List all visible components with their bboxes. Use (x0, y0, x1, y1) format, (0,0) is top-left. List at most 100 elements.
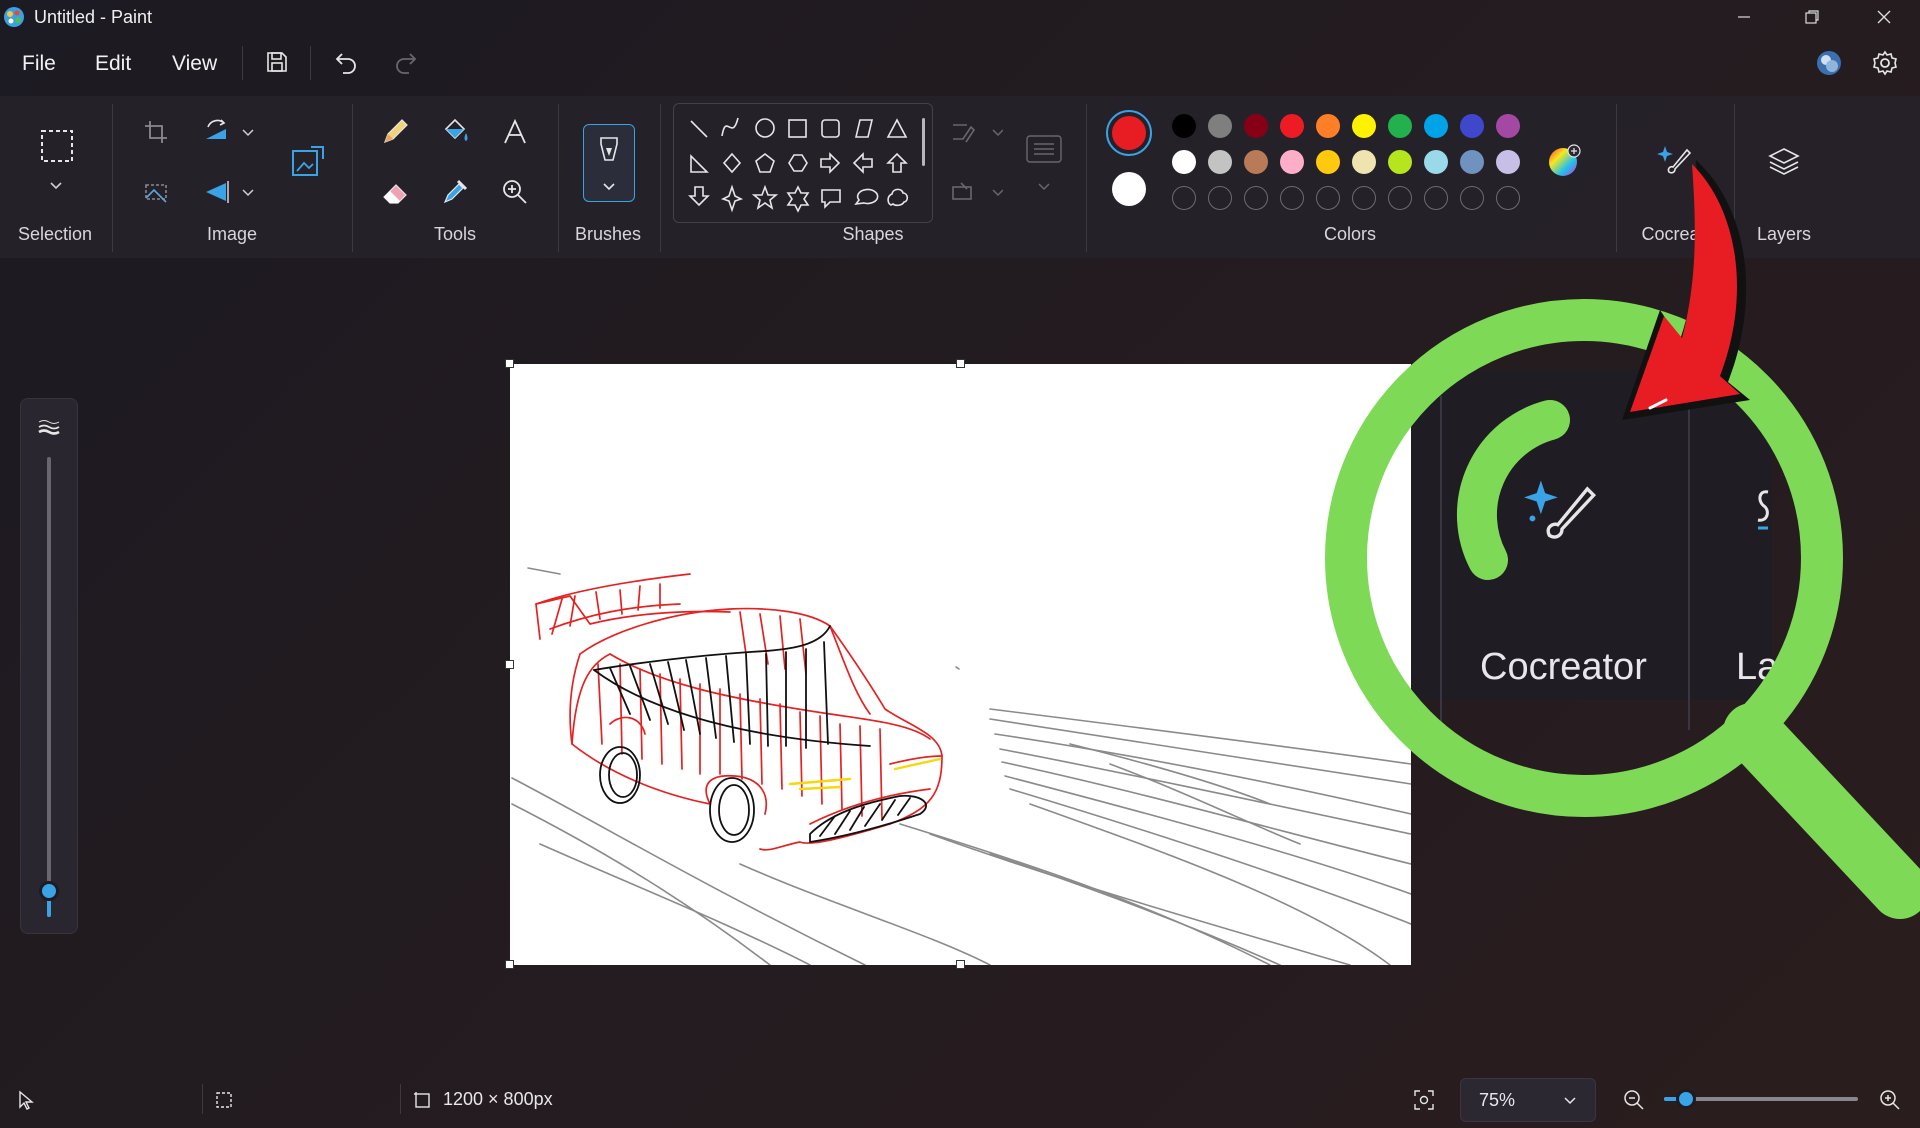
zoom-out-icon[interactable] (1620, 1086, 1648, 1114)
restore-button[interactable] (1783, 0, 1841, 34)
rotate-icon[interactable] (200, 116, 256, 148)
brush-size-panel (20, 398, 78, 934)
color-swatch[interactable] (1424, 114, 1448, 138)
custom-color-slot[interactable] (1388, 186, 1412, 210)
rect-callout-shape-icon (821, 189, 841, 209)
line-shape-icon (690, 120, 708, 138)
custom-color-slot[interactable] (1208, 186, 1232, 210)
color-swatch[interactable] (1496, 150, 1520, 174)
settings-gear-icon[interactable] (1870, 48, 1900, 78)
flip-icon[interactable] (200, 176, 256, 208)
primary-color-selector[interactable] (1106, 110, 1152, 156)
color-swatch[interactable] (1208, 150, 1232, 174)
color-swatch[interactable] (1172, 114, 1196, 138)
redo-icon[interactable] (392, 48, 420, 76)
color-swatch[interactable] (1172, 150, 1196, 174)
selection-tool-button[interactable] (30, 125, 82, 197)
color-swatch[interactable] (1424, 150, 1448, 174)
menu-divider (310, 46, 311, 80)
fill-bucket-icon[interactable] (438, 115, 472, 149)
custom-color-slot[interactable] (1496, 186, 1520, 210)
shapes-gallery[interactable] (673, 103, 933, 223)
fit-to-window-icon[interactable] (1410, 1086, 1438, 1114)
red-arrow-icon (1622, 160, 1750, 420)
color-swatch[interactable] (1460, 114, 1484, 138)
menu-edit[interactable]: Edit (95, 52, 131, 76)
custom-color-slot[interactable] (1280, 186, 1304, 210)
pentagon-shape-icon (755, 152, 775, 173)
ribbon-separator (660, 104, 661, 252)
oval-callout-shape-icon (854, 188, 879, 206)
eraser-icon[interactable] (378, 175, 412, 209)
color-swatch[interactable] (1280, 150, 1304, 174)
rounded-rectangle-shape-icon (821, 119, 840, 138)
resize-handle-top-left[interactable] (505, 359, 514, 368)
custom-color-slot[interactable] (1460, 186, 1484, 210)
resize-handle-bottom[interactable] (956, 960, 965, 969)
custom-color-slot[interactable] (1424, 186, 1448, 210)
brush-size-thumb[interactable] (39, 881, 59, 901)
drawing-canvas[interactable] (505, 359, 1411, 969)
resize-handle-left[interactable] (505, 660, 514, 669)
chevron-down-icon (1561, 1091, 1579, 1109)
magnifier-glint (1456, 400, 1570, 580)
zoom-level-value: 75% (1479, 1090, 1516, 1110)
color-picker-icon[interactable] (438, 175, 472, 209)
layers-icon[interactable] (1764, 142, 1804, 182)
color-swatch[interactable] (1244, 150, 1268, 174)
four-point-star-shape-icon (720, 184, 744, 213)
color-swatch[interactable] (1388, 114, 1412, 138)
shape-size-icon[interactable] (1024, 132, 1064, 192)
color-swatch[interactable] (1280, 114, 1304, 138)
zoom-in-icon[interactable] (1876, 1086, 1904, 1114)
custom-color-slot[interactable] (1316, 186, 1340, 210)
account-avatar-icon[interactable] (1814, 48, 1844, 78)
color-swatch[interactable] (1496, 114, 1520, 138)
color-swatch[interactable] (1352, 150, 1376, 174)
color-swatch[interactable] (1388, 150, 1412, 174)
custom-color-slot[interactable] (1352, 186, 1376, 210)
resize-handle-bottom-left[interactable] (505, 960, 514, 969)
magnifier-icon[interactable] (498, 175, 532, 209)
pencil-icon[interactable] (378, 115, 412, 149)
color-swatch[interactable] (1460, 150, 1484, 174)
custom-color-slot[interactable] (1172, 186, 1196, 210)
canvas-size-icon (410, 1088, 434, 1112)
color-swatch[interactable] (1316, 114, 1340, 138)
text-tool-icon[interactable] (498, 115, 532, 149)
outline-style-icon[interactable] (946, 116, 1004, 148)
close-button[interactable] (1855, 0, 1913, 34)
six-point-star-shape-icon (786, 185, 810, 213)
zoom-level-dropdown[interactable]: 75% (1460, 1078, 1596, 1122)
fill-style-icon[interactable] (946, 176, 1004, 208)
color-swatch[interactable] (1352, 114, 1376, 138)
primary-color-swatch (1112, 116, 1146, 150)
custom-color-slot[interactable] (1244, 186, 1268, 210)
edit-colors-icon[interactable] (1546, 143, 1582, 179)
polygon-shape-icon (854, 119, 874, 138)
resize-handle-top[interactable] (956, 359, 965, 368)
secondary-color-swatch[interactable] (1112, 172, 1146, 206)
menu-divider (242, 46, 243, 80)
menu-view[interactable]: View (172, 52, 217, 76)
pointer-icon (14, 1088, 38, 1112)
menu-file[interactable]: File (22, 52, 56, 76)
zoom-slider-thumb[interactable] (1676, 1089, 1696, 1109)
crop-icon[interactable] (140, 116, 172, 148)
save-icon[interactable] (264, 48, 290, 76)
minimize-button[interactable] (1715, 0, 1773, 34)
group-label-shapes: Shapes (842, 224, 904, 244)
title-bar: Untitled - Paint (0, 0, 1920, 34)
color-swatch[interactable] (1208, 114, 1232, 138)
group-label-selection: Selection (17, 224, 93, 244)
color-swatch[interactable] (1244, 114, 1268, 138)
color-swatch[interactable] (1316, 150, 1340, 174)
ribbon-separator (112, 104, 113, 252)
brushes-button[interactable] (583, 124, 635, 202)
undo-icon[interactable] (332, 48, 360, 76)
remove-background-icon[interactable] (140, 176, 172, 208)
brush-size-track[interactable] (47, 457, 51, 917)
curve-shape-icon (721, 117, 739, 137)
resize-image-icon[interactable] (288, 142, 328, 182)
group-label-brushes: Brushes (574, 224, 642, 244)
